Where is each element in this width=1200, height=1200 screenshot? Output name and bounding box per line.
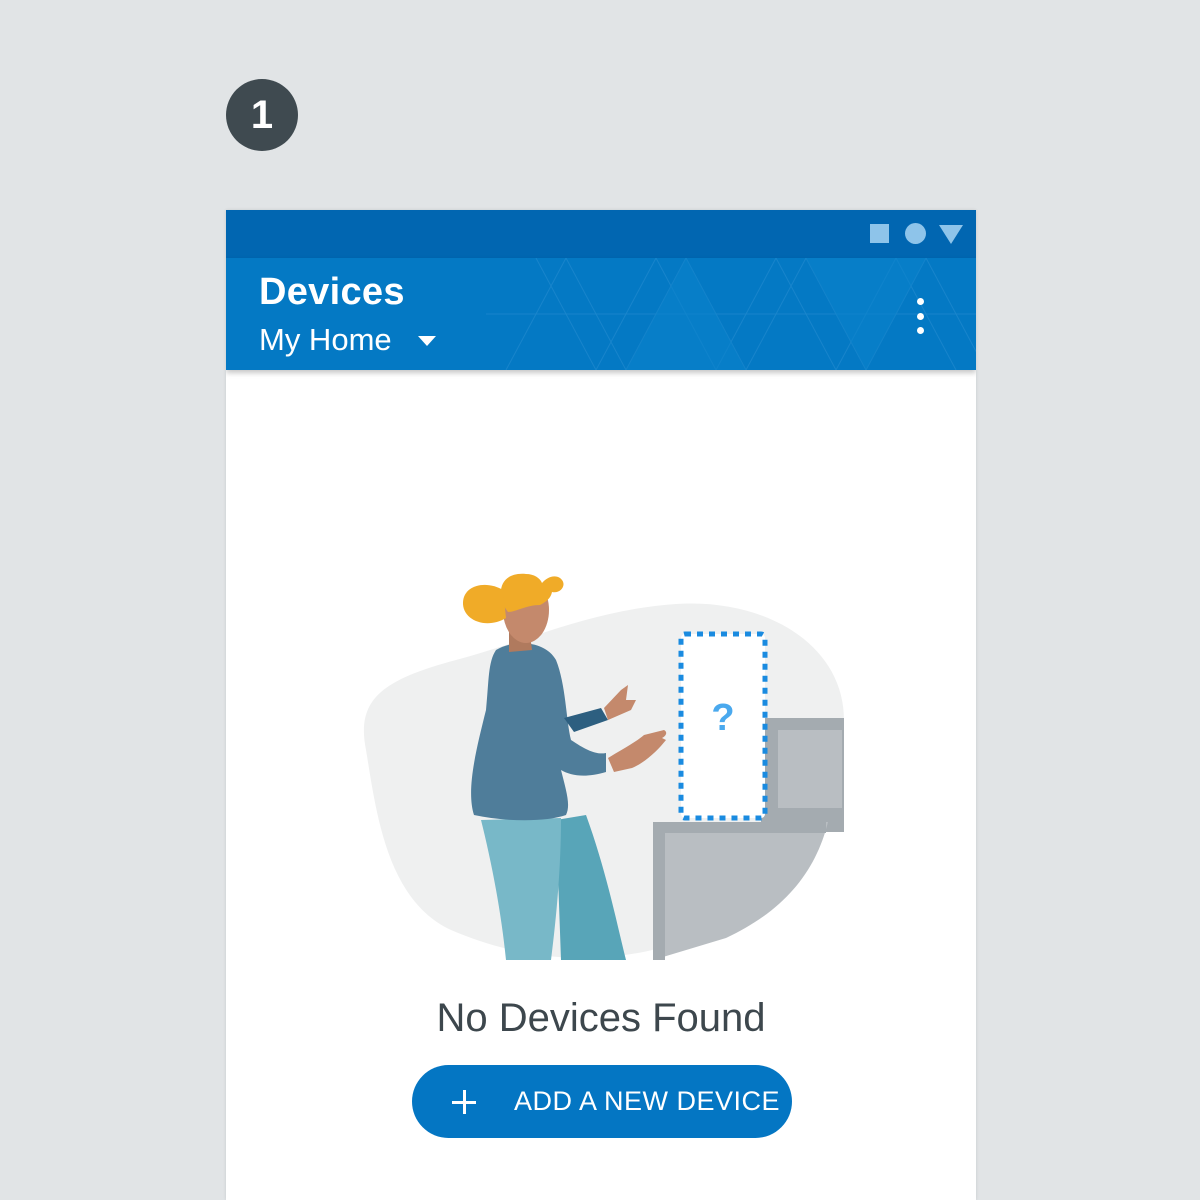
phone-screen: Devices My Home ? No Devices Found ADD A…: [226, 210, 976, 1200]
home-name: My Home: [259, 322, 392, 357]
counter-front-edge: [653, 833, 665, 960]
home-selector[interactable]: My Home: [259, 320, 436, 360]
counter-front: [653, 822, 828, 960]
more-vertical-icon[interactable]: [906, 294, 934, 338]
status-bar: [226, 210, 976, 258]
page-title: Devices: [259, 271, 405, 313]
app-bar: Devices My Home: [226, 258, 976, 370]
empty-state-title: No Devices Found: [436, 996, 766, 1040]
counter-back-face: [778, 730, 842, 808]
plus-icon: [452, 1089, 476, 1114]
caret-down-icon: [417, 336, 436, 346]
add-device-label: ADD A NEW DEVICE: [514, 1086, 781, 1116]
person-ponytail: [462, 584, 506, 624]
circle-icon: [905, 223, 926, 244]
empty-state-illustration: ?: [363, 573, 844, 960]
counter-front-top: [653, 822, 826, 833]
step-number-badge: 1: [226, 79, 298, 151]
question-mark-icon: ?: [711, 697, 734, 739]
square-icon: [870, 224, 889, 243]
add-device-button[interactable]: ADD A NEW DEVICE: [412, 1065, 792, 1138]
triangle-icon: [939, 225, 963, 244]
